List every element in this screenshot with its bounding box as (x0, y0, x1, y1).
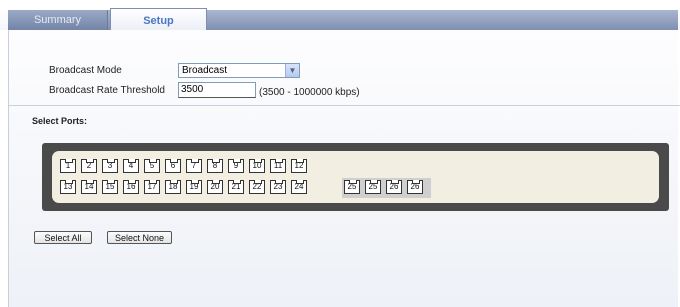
port-panel-inner: 1 2 3 4 5 6 7 8 9 10 11 12 13 14 15 16 17 18 19 20 21 22 23 24 2… (52, 151, 659, 203)
port-9[interactable]: 9 (228, 159, 244, 173)
threshold-label: Broadcast Rate Threshold (49, 85, 165, 96)
port-25[interactable]: 25 (344, 180, 360, 194)
port-23[interactable]: 23 (270, 180, 286, 194)
port-14[interactable]: 14 (81, 180, 97, 194)
port-22[interactable]: 22 (249, 180, 265, 194)
port-18[interactable]: 18 (165, 180, 181, 194)
port-2[interactable]: 2 (81, 159, 97, 173)
port-21[interactable]: 21 (228, 180, 244, 194)
threshold-input[interactable]: 3500 (178, 82, 256, 98)
port-4[interactable]: 4 (123, 159, 139, 173)
tab-summary[interactable]: Summary (8, 10, 108, 30)
tab-setup[interactable]: Setup (110, 8, 207, 32)
port-6[interactable]: 6 (165, 159, 181, 173)
port-24[interactable]: 24 (291, 180, 307, 194)
port-7[interactable]: 7 (186, 159, 202, 173)
port-19[interactable]: 19 (186, 180, 202, 194)
select-all-button[interactable]: Select All (34, 231, 92, 244)
port-10[interactable]: 10 (249, 159, 265, 173)
port-12[interactable]: 12 (291, 159, 307, 173)
tab-strip (8, 10, 678, 30)
tab-bar: Summary Setup (0, 0, 680, 32)
threshold-range-text: (3500 - 1000000 kbps) (259, 87, 360, 98)
port-15[interactable]: 15 (102, 180, 118, 194)
port-26[interactable]: 26 (386, 180, 402, 194)
broadcast-mode-value: Broadcast (182, 65, 228, 76)
port-panel: 1 2 3 4 5 6 7 8 9 10 11 12 13 14 15 16 17 18 19 20 21 22 23 24 2… (42, 143, 669, 211)
port-8[interactable]: 8 (207, 159, 223, 173)
chevron-down-icon[interactable]: ▼ (285, 64, 299, 77)
port-26[interactable]: 26 (407, 180, 423, 194)
broadcast-mode-select[interactable]: Broadcast ▼ (178, 63, 300, 78)
port-3[interactable]: 3 (102, 159, 118, 173)
select-ports-label: Select Ports: (32, 116, 88, 126)
divider (8, 105, 680, 106)
port-20[interactable]: 20 (207, 180, 223, 194)
port-11[interactable]: 11 (270, 159, 286, 173)
port-5[interactable]: 5 (144, 159, 160, 173)
port-1[interactable]: 1 (60, 159, 76, 173)
broadcast-mode-label: Broadcast Mode (49, 65, 122, 76)
port-17[interactable]: 17 (144, 180, 160, 194)
select-none-button[interactable]: Select None (107, 231, 172, 244)
port-16[interactable]: 16 (123, 180, 139, 194)
port-25[interactable]: 25 (365, 180, 381, 194)
port-13[interactable]: 13 (60, 180, 76, 194)
